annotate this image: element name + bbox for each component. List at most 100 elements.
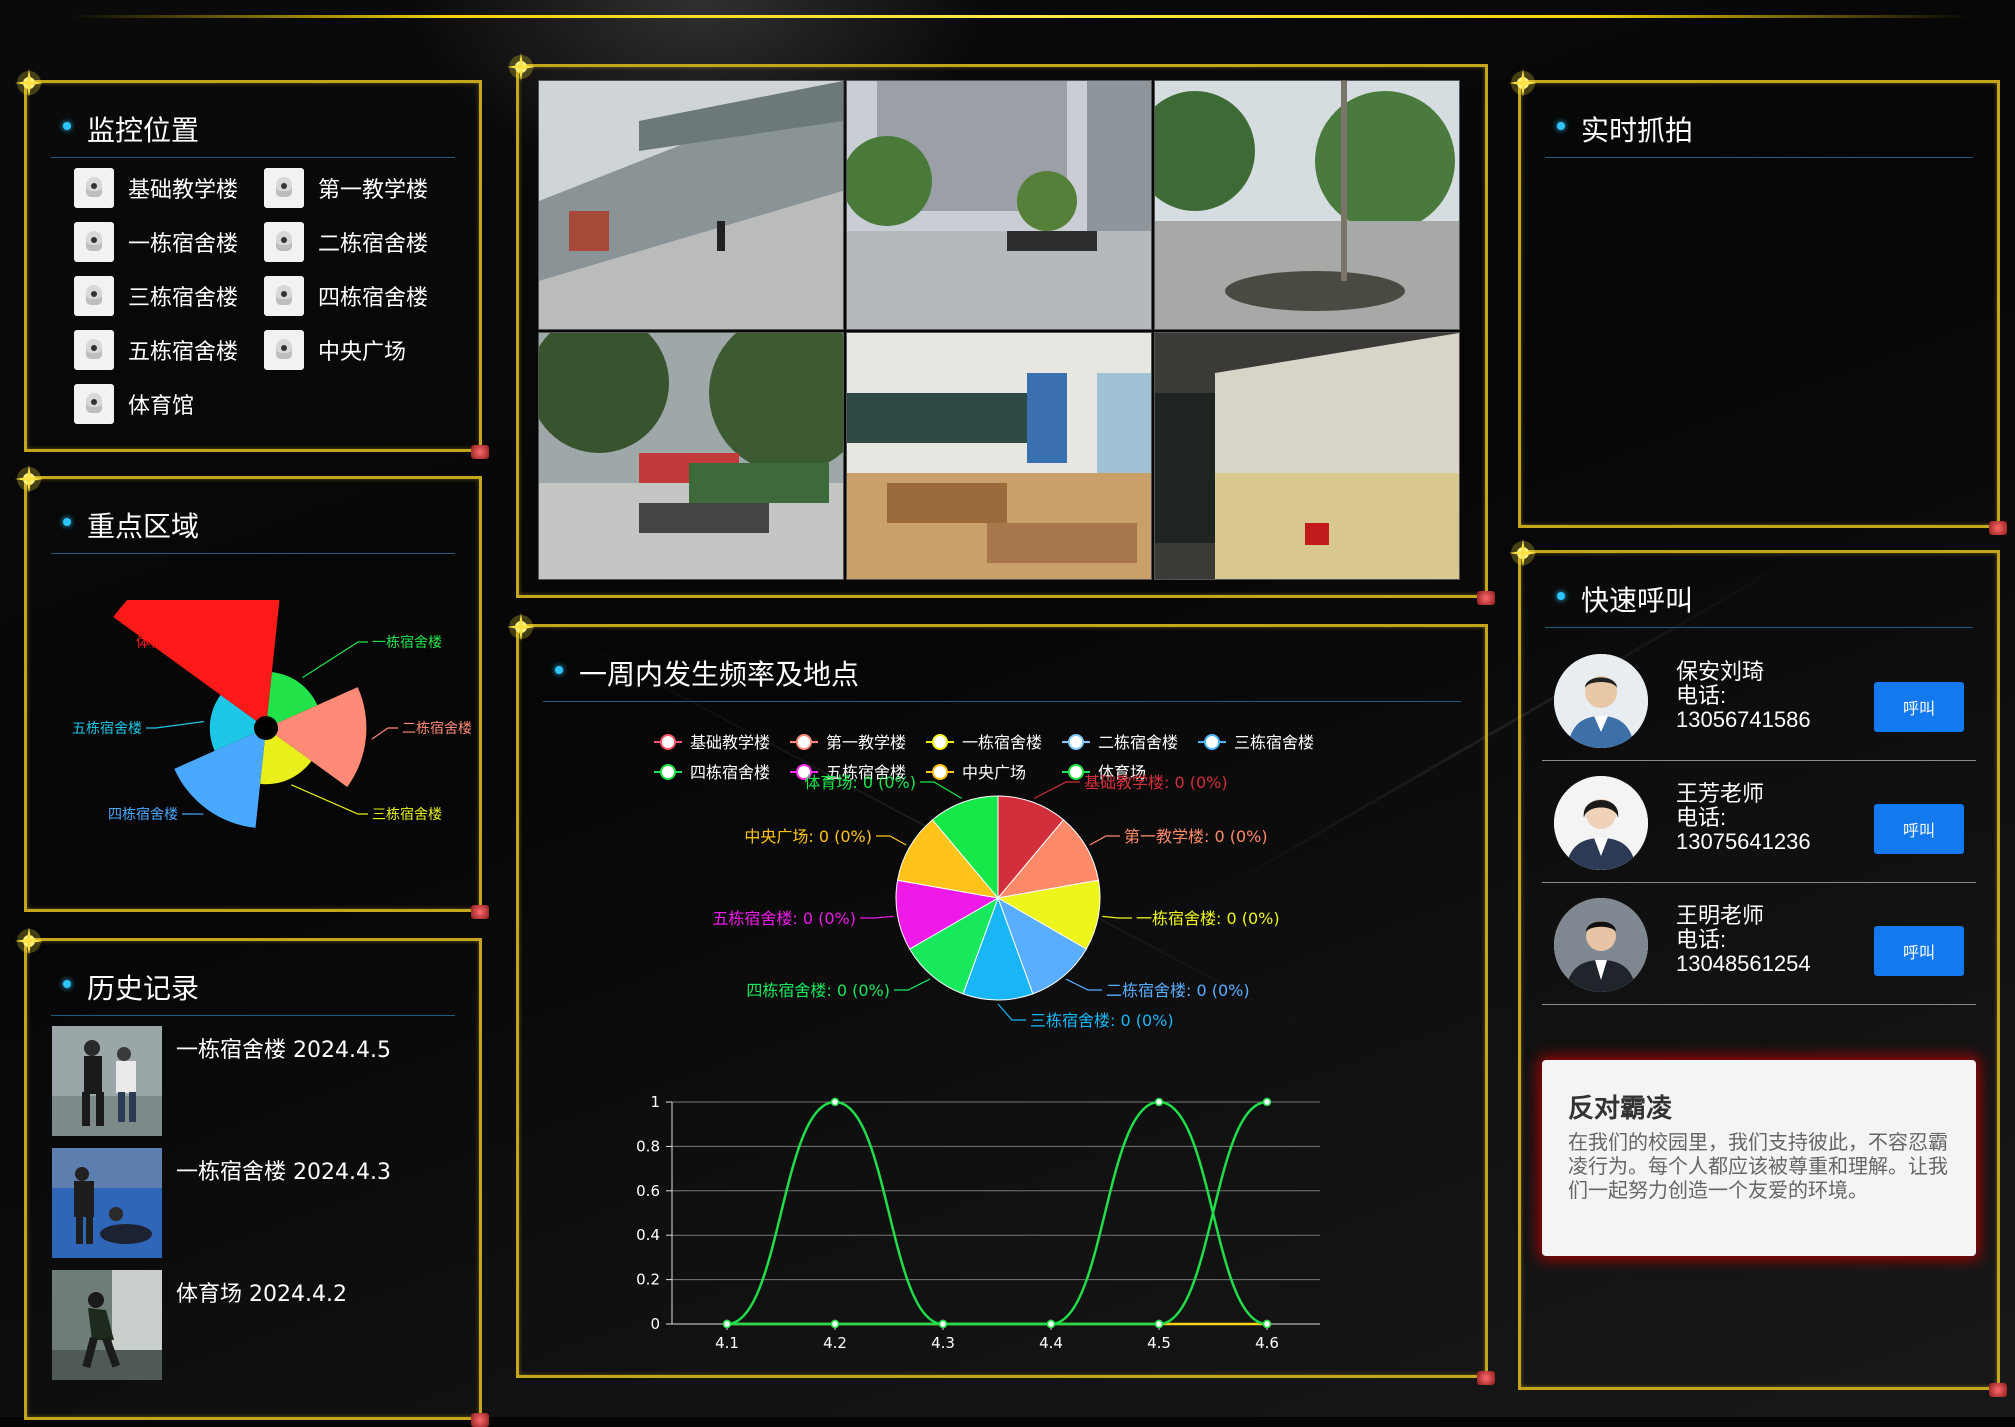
spark-icon	[13, 69, 59, 109]
camera-item-dorm5[interactable]: 五栋宿舍楼	[74, 330, 238, 370]
pie-label-line	[1090, 836, 1120, 845]
camera-label: 二栋宿舍楼	[318, 226, 428, 258]
history-item[interactable]: 一栋宿舍楼 2024.4.3	[52, 1148, 391, 1258]
legend-marker	[1069, 735, 1083, 749]
pie-label-line	[998, 1004, 1026, 1020]
bullet-icon	[1557, 592, 1565, 600]
corner-ornament-icon	[1989, 1383, 2007, 1397]
legend-marker	[1069, 765, 1083, 779]
rose-sector	[113, 600, 285, 721]
history-item-text: 一栋宿舍楼 2024.4.5	[176, 1026, 391, 1136]
camera-item-plaza[interactable]: 中央广场	[264, 330, 406, 370]
contact-card: 王明老师 电话: 13048561254 呼叫	[1542, 884, 1976, 1005]
pie-label: 一栋宿舍楼: 0 (0%)	[1136, 909, 1280, 928]
call-button[interactable]: 呼叫	[1874, 804, 1964, 854]
camera-item-dorm1[interactable]: 一栋宿舍楼	[74, 222, 238, 262]
feed-image	[847, 333, 1151, 579]
y-tick-label: 0.2	[636, 1271, 660, 1289]
history-thumbnail	[52, 1026, 162, 1136]
pie-label: 第一教学楼: 0 (0%)	[1124, 827, 1268, 846]
call-button[interactable]: 呼叫	[1874, 926, 1964, 976]
history-item[interactable]: 体育场 2024.4.2	[52, 1270, 347, 1380]
legend-label: 一栋宿舍楼	[962, 733, 1042, 752]
camera-feed-4[interactable]	[538, 332, 844, 580]
feed-image	[539, 333, 843, 579]
rose-label: 二栋宿舍楼	[402, 720, 472, 737]
camera-item-dorm3[interactable]: 三栋宿舍楼	[74, 276, 238, 316]
call-button[interactable]: 呼叫	[1874, 682, 1964, 732]
snapshot-title-text: 实时抓拍	[1581, 114, 1693, 147]
camera-label: 一栋宿舍楼	[128, 226, 238, 258]
camera-icon	[74, 330, 114, 370]
spark-icon	[13, 927, 59, 967]
notice-body: 在我们的校园里，我们支持彼此，不容忍霸凌行为。每个人都应该被尊重和理解。让我们一…	[1568, 1130, 1960, 1202]
x-tick-label: 4.4	[1039, 1334, 1063, 1352]
camera-icon	[264, 168, 304, 208]
camera-item-dorm4[interactable]: 四栋宿舍楼	[264, 276, 428, 316]
zones-rose-chart: 一栋宿舍楼二栋宿舍楼三栋宿舍楼四栋宿舍楼五栋宿舍楼体育场	[40, 600, 480, 860]
notice-title: 反对霸凌	[1568, 1088, 1672, 1125]
camera-item-jichu[interactable]: 基础教学楼	[74, 168, 238, 208]
history-thumbnail	[52, 1148, 162, 1258]
legend-marker	[1205, 735, 1219, 749]
feed-image	[539, 81, 843, 329]
line-point	[1156, 1099, 1163, 1106]
pie-label-line	[1034, 782, 1080, 798]
snapshot-panel: 实时抓拍	[1518, 80, 2000, 528]
camera-item-gym[interactable]: 体育馆	[74, 384, 194, 424]
camera-icon	[264, 330, 304, 370]
contact-card: 保安刘琦 电话: 13056741586 呼叫	[1542, 640, 1976, 761]
legend-marker	[661, 735, 675, 749]
camera-feed-5[interactable]	[846, 332, 1152, 580]
line-point	[832, 1321, 839, 1328]
pie-label-line	[894, 979, 930, 990]
x-tick-label: 4.3	[931, 1334, 955, 1352]
camera-label: 第一教学楼	[318, 172, 428, 204]
spark-icon	[1507, 69, 1553, 109]
legend-label: 中央广场	[962, 763, 1026, 782]
spark-icon	[1507, 539, 1553, 579]
pie-label-line	[920, 782, 962, 798]
rose-label-line	[146, 721, 204, 728]
feed-image	[1155, 81, 1459, 329]
frequency-title: 一周内发生频率及地点	[543, 653, 1461, 702]
contact-phone: 13075641236	[1676, 830, 1811, 854]
camera-icon	[74, 384, 114, 424]
pie-label-line	[876, 836, 906, 845]
history-item[interactable]: 一栋宿舍楼 2024.4.5	[52, 1026, 391, 1136]
contact-info: 王明老师 电话: 13048561254	[1676, 904, 1811, 976]
corner-ornament-icon	[1989, 521, 2007, 535]
contact-name: 王明老师	[1676, 904, 1811, 928]
camera-item-dorm2[interactable]: 二栋宿舍楼	[264, 222, 428, 262]
legend-label: 二栋宿舍楼	[1098, 733, 1178, 752]
camera-label: 基础教学楼	[128, 172, 238, 204]
pie-label: 基础教学楼: 0 (0%)	[1084, 773, 1228, 792]
camera-feed-3[interactable]	[1154, 80, 1460, 330]
x-tick-label: 4.5	[1147, 1334, 1171, 1352]
pie-label: 二栋宿舍楼: 0 (0%)	[1106, 981, 1250, 1000]
history-item-text: 体育场 2024.4.2	[176, 1270, 347, 1380]
y-tick-label: 0.4	[636, 1226, 660, 1244]
history-title-text: 历史记录	[87, 972, 199, 1005]
camera-feed-6[interactable]	[1154, 332, 1460, 580]
rose-label: 四栋宿舍楼	[108, 806, 178, 823]
pie-label-line	[1102, 916, 1132, 918]
camera-icon	[74, 222, 114, 262]
camera-feed-1[interactable]	[538, 80, 844, 330]
bullet-icon	[555, 666, 563, 674]
monitor-title-text: 监控位置	[87, 114, 199, 147]
camera-item-diyi[interactable]: 第一教学楼	[264, 168, 428, 208]
rose-center	[256, 718, 276, 738]
spark-icon	[505, 613, 551, 653]
rose-label: 三栋宿舍楼	[372, 806, 442, 823]
camera-icon	[264, 222, 304, 262]
snapshot-title: 实时抓拍	[1545, 109, 1973, 158]
contact-info: 保安刘琦 电话: 13056741586	[1676, 660, 1811, 732]
contact-phone-label: 电话:	[1676, 928, 1811, 952]
bullet-icon	[1557, 122, 1565, 130]
contact-name: 王芳老师	[1676, 782, 1811, 806]
quickcall-title: 快速呼叫	[1545, 579, 1973, 628]
rose-label-line	[372, 728, 398, 739]
camera-feed-2[interactable]	[846, 80, 1152, 330]
history-title: 历史记录	[51, 967, 455, 1016]
